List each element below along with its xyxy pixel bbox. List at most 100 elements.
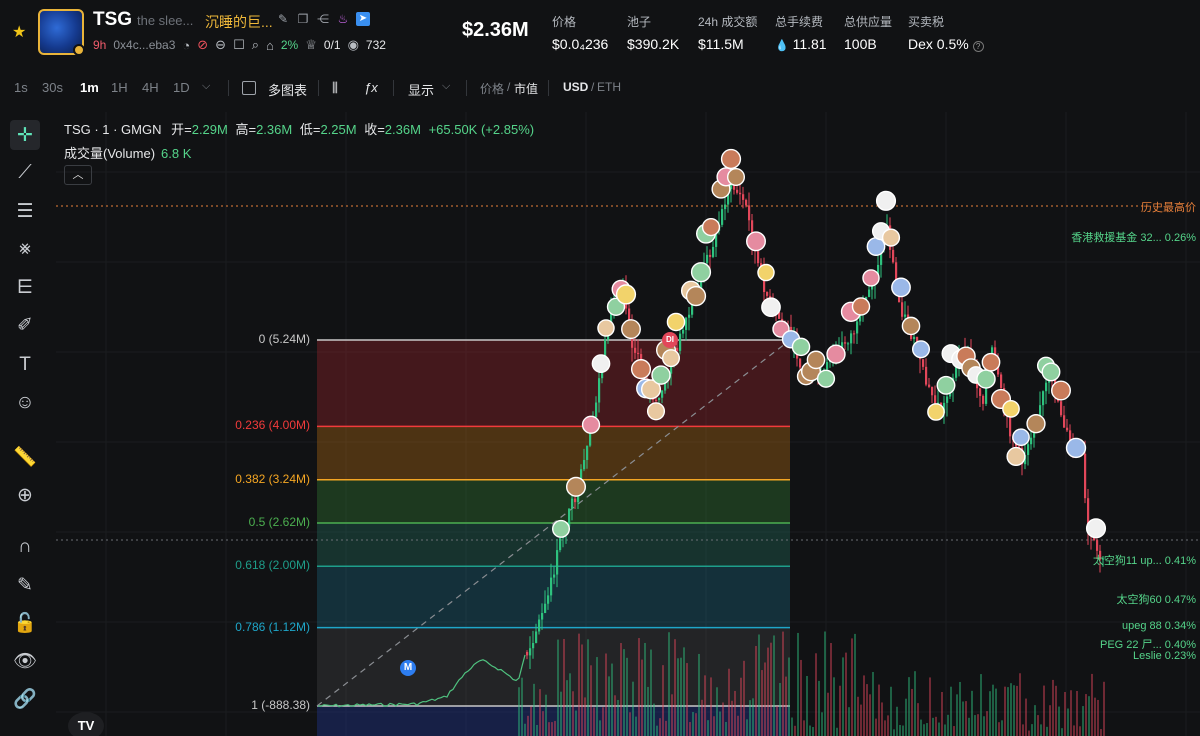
candle-body <box>853 333 856 335</box>
volume-bar <box>704 675 706 736</box>
trend-line-icon[interactable]: ⟋ <box>10 158 40 188</box>
chevron-down-icon[interactable]: ⌵ <box>202 80 210 93</box>
drawing-tools-sidebar: ✛ ⟋ ☰ ⨳ ⋿ ✐ T ☺ 📏 ⊕ ∩ ✎ 🔓 👁 🔗 <box>0 112 50 736</box>
volume-bar <box>845 652 847 736</box>
tradingview-logo[interactable]: TV <box>68 712 104 736</box>
mcap-toggle[interactable]: 市值 <box>514 80 538 97</box>
copy-icon[interactable]: ❐ <box>296 12 310 26</box>
candle-body <box>1027 444 1030 455</box>
volume-bar <box>965 701 967 736</box>
slash-separator: / <box>507 80 511 94</box>
brush-icon[interactable]: ✐ <box>10 310 40 340</box>
volume-bar <box>530 706 532 736</box>
star-icon[interactable]: ★ <box>12 22 26 42</box>
candle-body <box>925 366 928 385</box>
candle-body <box>535 631 538 643</box>
chevron-down-icon[interactable]: ⌵ <box>442 80 450 93</box>
usd-toggle[interactable]: USD <box>563 80 588 94</box>
link-icon[interactable]: 🔗 <box>10 684 40 714</box>
fib-lines-icon[interactable]: ☰ <box>10 196 40 226</box>
price-toggle[interactable]: 价格 <box>480 80 504 97</box>
text-icon[interactable]: T <box>10 350 40 380</box>
volume-bar <box>629 712 631 736</box>
candle-body <box>901 302 904 317</box>
volume-bar <box>791 717 793 736</box>
token-address[interactable]: 0x4c...eba3 <box>113 38 175 52</box>
candle-body <box>586 445 589 460</box>
lock-icon[interactable]: 🔓 <box>10 608 40 638</box>
stat-pool: 池子 $390.2K <box>627 15 680 52</box>
candle-type-icon[interactable]: ⫼ <box>332 80 338 96</box>
volume-bar <box>572 691 574 736</box>
change-value: +65.50K (+2.85%) <box>428 122 535 137</box>
migration-badge[interactable]: M <box>400 660 416 676</box>
projection-icon[interactable]: ⋿ <box>10 272 40 302</box>
pattern-icon[interactable]: ⨳ <box>10 234 40 264</box>
chain-badge-icon <box>73 44 85 56</box>
timeframe-4h[interactable]: 4H <box>142 80 159 95</box>
volume-bar <box>998 722 1000 736</box>
chat-icon[interactable]: ☐ <box>233 37 245 53</box>
candle-body <box>679 333 682 351</box>
trader-avatar <box>976 369 996 389</box>
candle-body <box>553 574 556 578</box>
timeframe-1s[interactable]: 1s <box>14 80 28 95</box>
minus-circle-icon[interactable]: ⊖ <box>215 37 226 53</box>
volume-bar <box>1016 685 1018 736</box>
telegram-icon[interactable]: ➤ <box>356 12 370 26</box>
crosshair-icon[interactable]: ✛ <box>10 120 40 150</box>
volume-bar <box>956 694 958 736</box>
candle-body <box>850 333 853 344</box>
volume-bar <box>1049 705 1051 736</box>
candle-body <box>712 246 715 257</box>
display-menu[interactable]: 显示 <box>408 80 434 99</box>
timeframe-30s[interactable]: 30s <box>42 80 63 95</box>
zoom-in-icon[interactable]: ⊕ <box>10 480 40 510</box>
search-icon[interactable]: ⌕ <box>252 37 259 53</box>
eth-toggle[interactable]: ETH <box>597 80 621 94</box>
timeframe-1h[interactable]: 1H <box>111 80 128 95</box>
dev-badge[interactable]: DI <box>662 332 678 348</box>
trader-avatar <box>690 262 712 283</box>
volume-bar <box>974 715 976 736</box>
pill-icon[interactable]: ⊘ <box>197 37 208 53</box>
volume-bar <box>980 674 982 736</box>
timeframe-1d[interactable]: 1D <box>173 80 190 95</box>
volume-bar <box>722 702 724 736</box>
volume-bar <box>1055 685 1057 736</box>
edit-icon[interactable]: ✎ <box>276 12 290 26</box>
price-chart[interactable]: TSG · 1 · GMGN 开=2.29M 高=2.36M 低=2.25M 收… <box>56 112 1200 736</box>
volume-bar <box>881 702 883 736</box>
holder-label: 太空狗60 0.47% <box>1116 594 1196 606</box>
flame-icon[interactable]: ♨ <box>336 12 350 26</box>
magnet-icon[interactable]: ∩ <box>10 532 40 562</box>
lock-pencil-icon[interactable]: ✎ <box>10 570 40 600</box>
trader-avatar <box>891 277 911 298</box>
candle-body <box>688 314 691 318</box>
token-meta-row: 9h 0x4c...eba3 ◔ ⊘ ⊖ ☐ ⌕ ⌂ 2% ♕ 0/1 ◉ 73… <box>93 37 386 53</box>
timeframe-1m[interactable]: 1m <box>80 80 99 95</box>
candle-body <box>946 396 949 403</box>
ruler-icon[interactable]: 📏 <box>10 442 40 472</box>
volume-bar <box>866 684 868 736</box>
share-icon[interactable]: ⋲ <box>316 12 330 26</box>
ohlc-legend: TSG · 1 · GMGN 开=2.29M 高=2.36M 低=2.25M 收… <box>64 119 534 138</box>
volume-bar <box>623 649 625 736</box>
collapse-legend-button[interactable]: ︿ <box>64 165 92 185</box>
indicators-icon[interactable]: ƒx <box>364 80 378 95</box>
emoji-icon[interactable]: ☺ <box>10 388 40 418</box>
help-icon[interactable]: ? <box>972 41 984 52</box>
volume-bar <box>782 631 784 736</box>
volume-bar <box>650 649 652 736</box>
trader-avatar <box>1002 400 1020 418</box>
clock-icon[interactable]: ◔ <box>182 38 190 53</box>
candle-body <box>559 538 562 551</box>
eye-icon[interactable]: 👁 <box>10 646 40 676</box>
top10-percent: 2% <box>280 38 299 52</box>
volume-bar <box>851 638 853 736</box>
multi-chart-checkbox[interactable] <box>242 81 256 95</box>
volume-bar <box>992 684 994 736</box>
volume-bar <box>752 698 754 736</box>
volume-bar <box>707 720 709 736</box>
volume-bar <box>830 643 832 736</box>
